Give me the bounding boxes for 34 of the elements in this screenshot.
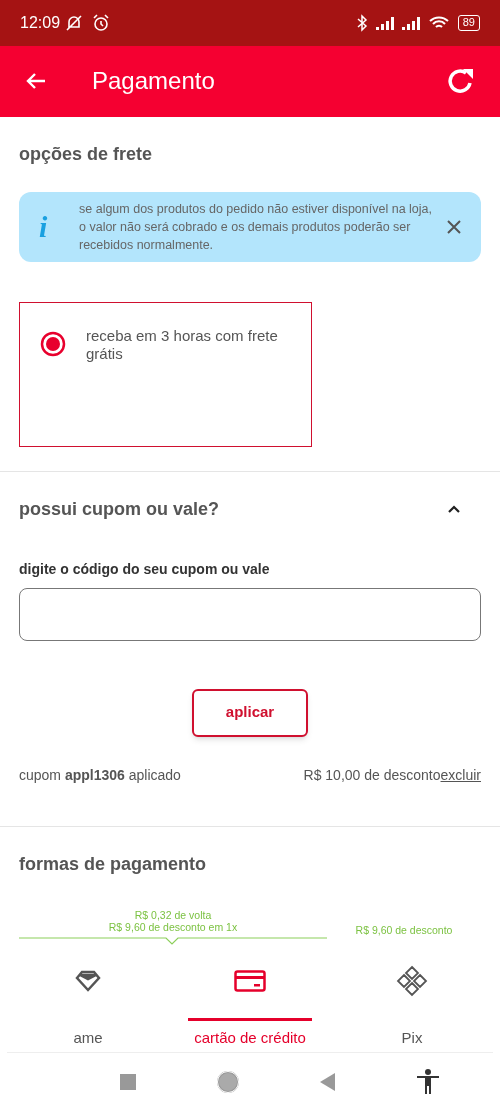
option-label: receba em 3 horas com frete grátis — [86, 326, 279, 363]
notice-text: se algum dos produtos do pedido não estiver disponível na loja, o valor não será cobrado e os demais produtos poderão ser recebidos normalmente. — [79, 200, 433, 254]
section-title: possui cupom ou vale? — [19, 497, 220, 521]
field-label: digite o código do seu cupom ou vale — [19, 559, 271, 579]
clock: 12:09 — [20, 12, 61, 33]
battery-indicator: 89 — [457, 14, 480, 31]
payment-tab[interactable]: Pix — [331, 953, 493, 1052]
promo-text: R$ 9,60 de desconto em 1x — [108, 920, 238, 933]
alarm-icon — [92, 13, 111, 32]
radio-button[interactable] — [40, 330, 66, 357]
recents-icon[interactable] — [120, 1073, 136, 1090]
remove-link[interactable]: excluir — [440, 764, 481, 786]
chevron-icon[interactable] — [447, 504, 461, 515]
info-icon: i — [39, 204, 79, 250]
page-title: Pagamento — [92, 66, 215, 97]
close-icon[interactable] — [447, 219, 461, 234]
shipping-option[interactable]: receba em 3 horas com frete grátis — [19, 301, 312, 447]
accessibility-icon[interactable] — [416, 1068, 440, 1095]
bluetooth-icon — [355, 13, 368, 32]
section-title: opções de frete — [19, 142, 154, 166]
coupon-input[interactable] — [19, 587, 481, 641]
payment-tab[interactable]: ame — [7, 953, 169, 1052]
applied-coupon-text: cupom appl1306 aplicado — [19, 765, 181, 785]
discount-text: R$ 10,00 de desconto — [303, 765, 441, 785]
credit-card-icon — [234, 969, 266, 992]
back-icon[interactable] — [320, 1072, 336, 1091]
diamond-icon — [396, 964, 428, 997]
section-title: formas de pagamento — [19, 852, 208, 876]
apply-button[interactable]: aplicar — [192, 688, 308, 737]
home-icon[interactable] — [216, 1069, 240, 1094]
muted-bell-icon — [64, 13, 85, 32]
promo-text: R$ 9,60 de desconto — [355, 923, 453, 936]
payment-tab[interactable]: cartão de crédito — [169, 953, 331, 1052]
promo-text: R$ 0,32 de volta — [134, 908, 212, 921]
